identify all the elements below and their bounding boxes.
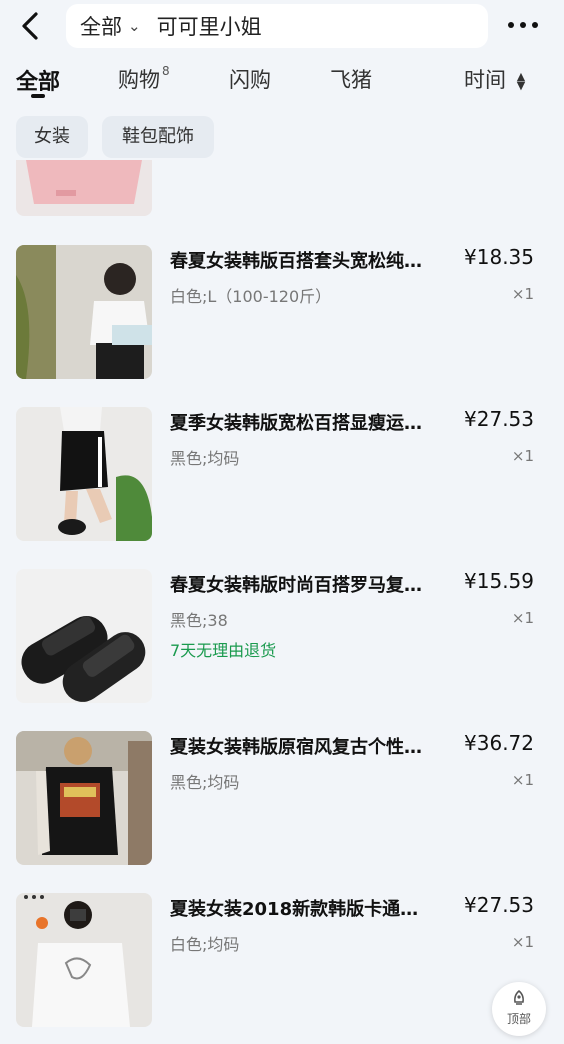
product-variant: 白色;L（100-120斤） [170, 287, 332, 306]
back-arrow-icon[interactable] [14, 8, 46, 44]
search-box[interactable]: 全部 ⌄ 可可里小姐 [66, 4, 488, 48]
category-tabs: 全部 购物 8 闪购 飞猪 时间 ▲ ▼ [0, 56, 564, 102]
product-title: 夏季女装韩版宽松百搭显瘦运… [170, 413, 422, 434]
tab-label: 购物 [118, 68, 160, 92]
chevron-down-icon[interactable]: ⌄ [128, 17, 141, 35]
chip-shoes-bags[interactable]: 鞋包配饰 [102, 116, 214, 158]
product-thumbnail[interactable] [16, 407, 152, 541]
list-item[interactable]: 春夏女装韩版百搭套头宽松纯… ¥18.35 白色;L（100-120斤） ×1 [0, 245, 564, 381]
product-thumbnail[interactable] [16, 569, 152, 703]
product-price: ¥15.59 [464, 569, 534, 593]
list-item[interactable]: 夏季女装韩版宽松百搭显瘦运… ¥27.53 黑色;均码 ×1 [0, 407, 564, 543]
more-options-icon[interactable] [508, 18, 544, 32]
product-title: 夏装女装韩版原宿风复古个性… [170, 737, 422, 758]
tab-time-sort[interactable]: 时间 ▲ ▼ [464, 64, 525, 94]
tab-shopping[interactable]: 购物 8 [118, 64, 170, 94]
tab-all[interactable]: 全部 [16, 64, 60, 96]
product-thumbnail[interactable] [16, 893, 152, 1027]
product-thumbnail[interactable] [16, 245, 152, 379]
product-variant: 黑色;均码 [170, 773, 240, 792]
active-tab-indicator [31, 94, 45, 98]
chip-womens-clothing[interactable]: 女装 [16, 116, 88, 158]
tab-fliggy[interactable]: 飞猪 [330, 64, 372, 94]
tab-label: 时间 [464, 68, 506, 92]
back-to-top-button[interactable]: 顶部 [492, 982, 546, 1036]
list-item[interactable]: 春夏女装韩版时尚百搭罗马复… ¥15.59 黑色;38 ×1 7天无理由退货 [0, 569, 564, 705]
product-variant: 黑色;均码 [170, 449, 240, 468]
sort-arrows-icon: ▲ ▼ [516, 70, 526, 92]
product-variant: 黑色;38 [170, 611, 228, 630]
back-to-top-label: 顶部 [506, 1012, 531, 1026]
product-title: 春夏女装韩版时尚百搭罗马复… [170, 575, 422, 596]
product-thumbnail[interactable] [16, 731, 152, 865]
rocket-icon [514, 990, 524, 1005]
product-price: ¥27.53 [464, 893, 534, 917]
product-title: 春夏女装韩版百搭套头宽松纯… [170, 251, 422, 272]
list-item[interactable]: 夏装女装韩版原宿风复古个性… ¥36.72 黑色;均码 ×1 [0, 731, 564, 867]
product-quantity: ×1 [511, 933, 534, 951]
product-price: ¥18.35 [464, 245, 534, 269]
top-bar: 全部 ⌄ 可可里小姐 [0, 0, 564, 52]
search-scope-selector[interactable]: 全部 [80, 11, 122, 41]
product-variant: 白色;均码 [170, 935, 240, 954]
return-policy-tag: 7天无理由退货 [170, 641, 277, 660]
order-list: 春夏女装韩版百搭套头宽松纯… ¥18.35 白色;L（100-120斤） ×1 … [0, 160, 564, 1044]
product-price: ¥36.72 [464, 731, 534, 755]
product-price: ¥27.53 [464, 407, 534, 431]
tab-flash-sale[interactable]: 闪购 [229, 64, 271, 94]
product-quantity: ×1 [511, 771, 534, 789]
tab-count-badge: 8 [162, 64, 170, 78]
product-quantity: ×1 [511, 447, 534, 465]
list-item[interactable]: 夏装女装2018新款韩版卡通… ¥27.53 白色;均码 ×1 [0, 893, 564, 1029]
search-query-text[interactable]: 可可里小姐 [157, 11, 262, 41]
product-quantity: ×1 [511, 285, 534, 303]
product-quantity: ×1 [511, 609, 534, 627]
product-title: 夏装女装2018新款韩版卡通… [170, 899, 419, 920]
product-thumbnail[interactable] [16, 160, 152, 216]
list-item[interactable] [0, 160, 564, 220]
